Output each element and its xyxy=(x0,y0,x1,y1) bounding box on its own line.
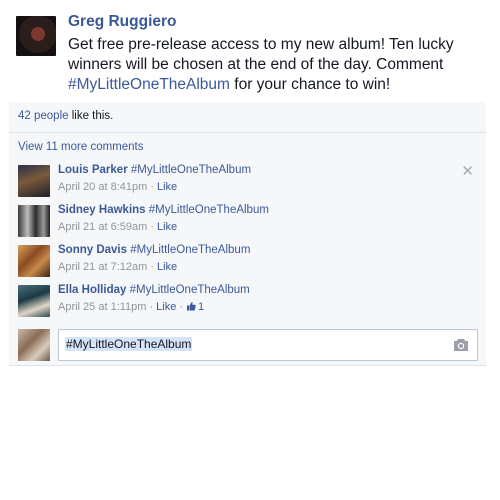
likes-suffix: like this. xyxy=(68,110,114,122)
comment-hashtag-link[interactable]: #MyLittleOneTheAlbum xyxy=(130,244,250,256)
thumbs-up-icon xyxy=(187,302,196,311)
comment-hashtag-link[interactable]: #MyLittleOneTheAlbum xyxy=(131,164,251,176)
comment-timestamp-link[interactable]: April 25 at 1:11pm xyxy=(58,301,146,313)
comment-body: Sonny Davis #MyLittleOneTheAlbum xyxy=(58,244,250,256)
comment-hashtag-link[interactable]: #MyLittleOneTheAlbum xyxy=(130,284,250,296)
commenter-avatar[interactable] xyxy=(18,285,50,317)
commenter-name-link[interactable]: Ella Holliday xyxy=(58,284,126,296)
commenter-name-link[interactable]: Louis Parker xyxy=(58,164,128,176)
feedback-panel: 42 people like this. View 11 more commen… xyxy=(9,102,486,366)
comment-timestamp-link[interactable]: April 21 at 6:59am xyxy=(58,221,147,233)
divider xyxy=(9,132,486,133)
author-avatar[interactable] xyxy=(16,16,56,56)
comment-like-link[interactable]: Like xyxy=(157,181,177,193)
commenter-name-link[interactable]: Sidney Hawkins xyxy=(58,204,146,216)
comment-body: Louis Parker #MyLittleOneTheAlbum xyxy=(58,164,251,176)
comment-meta: April 21 at 6:59am · Like xyxy=(58,221,177,233)
comment: Sidney Hawkins #MyLittleOneTheAlbum Apri… xyxy=(18,204,478,240)
post-hashtag-link[interactable]: #MyLittleOneTheAlbum xyxy=(68,76,230,93)
comment-timestamp-link[interactable]: April 21 at 7:12am xyxy=(58,261,147,273)
separator-dot: · xyxy=(150,221,154,233)
separator-dot: · xyxy=(179,301,183,313)
likes-summary: 42 people like this. xyxy=(18,110,113,122)
comment: Ella Holliday #MyLittleOneTheAlbum April… xyxy=(18,284,478,320)
comment-timestamp-link[interactable]: April 20 at 8:41pm xyxy=(58,181,147,193)
comment-input[interactable]: #MyLittleOneTheAlbum xyxy=(58,329,478,361)
view-more-comments-link[interactable]: View 11 more comments xyxy=(18,141,143,153)
post-message: Get free pre-release access to my new al… xyxy=(68,35,478,95)
comment-like-link[interactable]: Like xyxy=(157,221,177,233)
separator-dot: · xyxy=(150,181,154,193)
comment-meta: April 20 at 8:41pm · Like xyxy=(58,181,177,193)
post-text-after: for your chance to win! xyxy=(229,76,391,93)
comment-body: Sidney Hawkins #MyLittleOneTheAlbum xyxy=(58,204,269,216)
commenter-avatar[interactable] xyxy=(18,205,50,237)
camera-icon[interactable] xyxy=(453,338,469,352)
separator-dot: · xyxy=(149,301,154,313)
comment-composer: #MyLittleOneTheAlbum xyxy=(18,329,478,361)
comment-meta: April 21 at 7:12am · Like xyxy=(58,261,177,273)
commenter-avatar[interactable] xyxy=(18,245,50,277)
comment-likes-count: 1 xyxy=(198,301,205,313)
comment-like-link[interactable]: Like xyxy=(156,301,176,313)
comment-like-link[interactable]: Like xyxy=(157,261,177,273)
post-text-before: Get free pre-release access to my new al… xyxy=(68,36,454,73)
commenter-name-link[interactable]: Sonny Davis xyxy=(58,244,127,256)
comment-input-value: #MyLittleOneTheAlbum xyxy=(65,337,193,351)
comment-meta: April 25 at 1:11pm · Like · 1 xyxy=(58,301,204,313)
author-name-link[interactable]: Greg Ruggiero xyxy=(68,13,177,31)
post: Greg Ruggiero Get free pre-release acces… xyxy=(16,12,486,102)
comment-likes-count-link[interactable]: 1 xyxy=(186,301,204,313)
commenter-avatar[interactable] xyxy=(18,165,50,197)
comment: Sonny Davis #MyLittleOneTheAlbum April 2… xyxy=(18,244,478,280)
viewer-avatar xyxy=(18,329,50,361)
comment-body: Ella Holliday #MyLittleOneTheAlbum xyxy=(58,284,250,296)
comment: Louis Parker #MyLittleOneTheAlbum April … xyxy=(18,162,478,200)
likes-count-link[interactable]: 42 people xyxy=(18,110,69,122)
comment-hashtag-link[interactable]: #MyLittleOneTheAlbum xyxy=(149,204,269,216)
close-icon[interactable]: ✕ xyxy=(461,162,474,180)
separator-dot: · xyxy=(150,261,154,273)
